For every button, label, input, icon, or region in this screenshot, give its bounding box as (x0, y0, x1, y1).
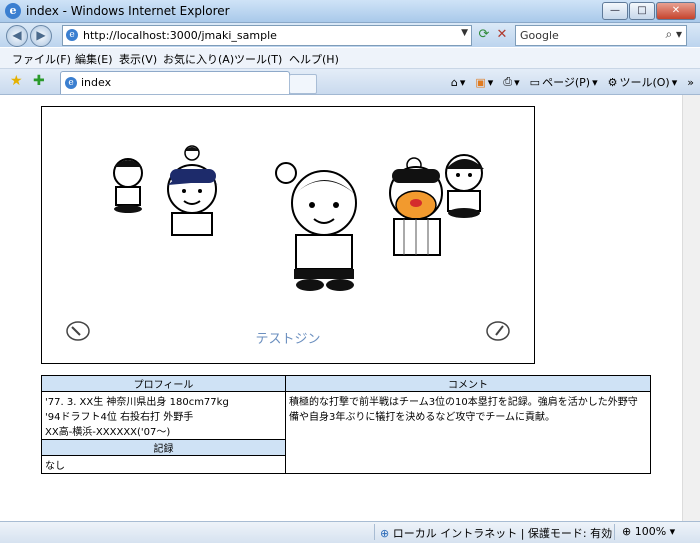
zoom-level: 100% (634, 525, 667, 538)
add-favorite-icon[interactable]: ✚ (33, 73, 45, 89)
forward-button[interactable]: ▶ (30, 25, 52, 47)
profile-line: '94ドラフト4位 右投右打 外野手 (45, 412, 194, 423)
player-image[interactable] (184, 145, 200, 161)
menu-file[interactable]: ファイル(F) (12, 51, 71, 67)
tools-menu-label: ツール(O) (619, 76, 670, 89)
window-title: index - Windows Internet Explorer (26, 4, 230, 18)
menu-edit[interactable]: 編集(E) (75, 51, 113, 67)
menu-view[interactable]: 表示(V) (119, 51, 157, 67)
vertical-scrollbar[interactable] (682, 95, 700, 521)
menu-bar: ファイル(F) 編集(E) 表示(V) お気に入り(A) ツール(T) ヘルプ(… (0, 48, 700, 69)
stop-icon[interactable]: ✕ (493, 25, 511, 45)
address-url[interactable]: http://localhost:3000/jmaki_sample (83, 29, 277, 42)
menu-tools[interactable]: ツール(T) (234, 51, 282, 67)
comment-cell: 積極的な打撃で前半戦はチーム3位の10本塁打を記録。強肩を活かした外野守備や自身… (285, 391, 651, 474)
carousel-images (113, 145, 484, 291)
tab-label: index (81, 76, 112, 89)
tab-index[interactable]: e index (60, 71, 290, 94)
window-controls: — □ ✕ (602, 2, 696, 20)
search-icon[interactable]: ⌕ ▾ (665, 27, 682, 42)
comment-header: コメント (285, 375, 651, 392)
refresh-icon[interactable]: ⟳ (475, 25, 493, 45)
home-icon: ⌂ (450, 75, 458, 89)
carousel-next-icon[interactable] (486, 319, 510, 343)
player-image[interactable] (113, 158, 143, 213)
record-header: 記録 (41, 439, 286, 456)
carousel-caption: テストジン (255, 332, 321, 347)
player-image[interactable] (389, 157, 443, 256)
menu-help[interactable]: ヘルプ(H) (289, 51, 339, 67)
page-icon: e (66, 29, 78, 41)
close-button[interactable]: ✕ (656, 2, 696, 20)
favorites-star-icon[interactable]: ★ (10, 73, 23, 89)
player-image[interactable] (445, 154, 484, 218)
status-bar: ⊕ ローカル イントラネット | 保護モード: 有効 ⊕ 100% ▾ (0, 521, 700, 543)
tab-bar: ★ ✚ e index ⌂ ▾ ▣ ▾ ⎙ ▾ ▭ ページ(P) ▾ ⚙ ツール(O… (0, 69, 700, 95)
print-button[interactable]: ⎙ ▾ (503, 75, 519, 89)
status-divider (614, 524, 615, 540)
address-toolbar: ◀ ▶ e http://localhost:3000/jmaki_sample… (0, 23, 700, 47)
tools-menu[interactable]: ⚙ ツール(O) ▾ (608, 74, 678, 90)
new-tab-button[interactable] (289, 74, 317, 94)
zoom-icon: ⊕ (622, 525, 632, 538)
profile-line: XX高-横浜-XXXXXX('07〜) (45, 427, 171, 438)
profile-header: プロフィール (41, 375, 286, 392)
feeds-button[interactable]: ▣ ▾ (475, 76, 493, 89)
gear-icon: ⚙ (607, 75, 618, 89)
profile-line: '77. 3. XX生 神奈川県出身 180cm77kg (45, 397, 229, 408)
zoom-control[interactable]: ⊕ 100% ▾ (622, 525, 675, 538)
home-button[interactable]: ⌂ ▾ (451, 76, 466, 89)
page-menu[interactable]: ▭ ページ(P) ▾ (530, 74, 598, 90)
page-menu-icon: ▭ (529, 75, 541, 89)
chevron-more-icon[interactable]: » (687, 76, 694, 89)
window-titlebar: e index - Windows Internet Explorer — □ … (0, 0, 700, 23)
ie-icon: e (5, 3, 21, 19)
print-icon: ⎙ (503, 75, 513, 88)
chevron-down-icon[interactable]: ▼ (461, 28, 468, 38)
minimize-button[interactable]: — (602, 2, 628, 20)
command-bar: ⌂ ▾ ▣ ▾ ⎙ ▾ ▭ ページ(P) ▾ ⚙ ツール(O) ▾ » (451, 74, 694, 90)
tab-page-icon: e (65, 77, 77, 89)
rss-icon: ▣ (475, 75, 486, 89)
maximize-button[interactable]: □ (629, 2, 655, 20)
security-zone[interactable]: ⊕ ローカル イントラネット | 保護モード: 有効 (380, 525, 612, 541)
security-zone-label: ローカル イントラネット | 保護モード: 有効 (392, 527, 613, 540)
profile-cell: '77. 3. XX生 神奈川県出身 180cm77kg '94ドラフト4位 右… (41, 391, 286, 440)
image-carousel: テストジン (41, 106, 535, 364)
profile-table: プロフィール コメント '77. 3. XX生 神奈川県出身 180cm77kg… (41, 375, 651, 474)
menu-favorites[interactable]: お気に入り(A) (163, 51, 234, 67)
player-image[interactable] (167, 164, 218, 236)
player-image[interactable] (275, 162, 357, 291)
intranet-icon: ⊕ (380, 527, 390, 540)
record-value: なし (41, 455, 286, 474)
page-menu-label: ページ(P) (542, 76, 591, 89)
search-box[interactable]: Google ⌕ ▾ (515, 25, 687, 46)
back-button[interactable]: ◀ (6, 25, 28, 47)
status-divider (374, 524, 375, 540)
address-bar[interactable]: e http://localhost:3000/jmaki_sample ▼ (62, 25, 472, 46)
search-input[interactable]: Google (520, 29, 559, 42)
